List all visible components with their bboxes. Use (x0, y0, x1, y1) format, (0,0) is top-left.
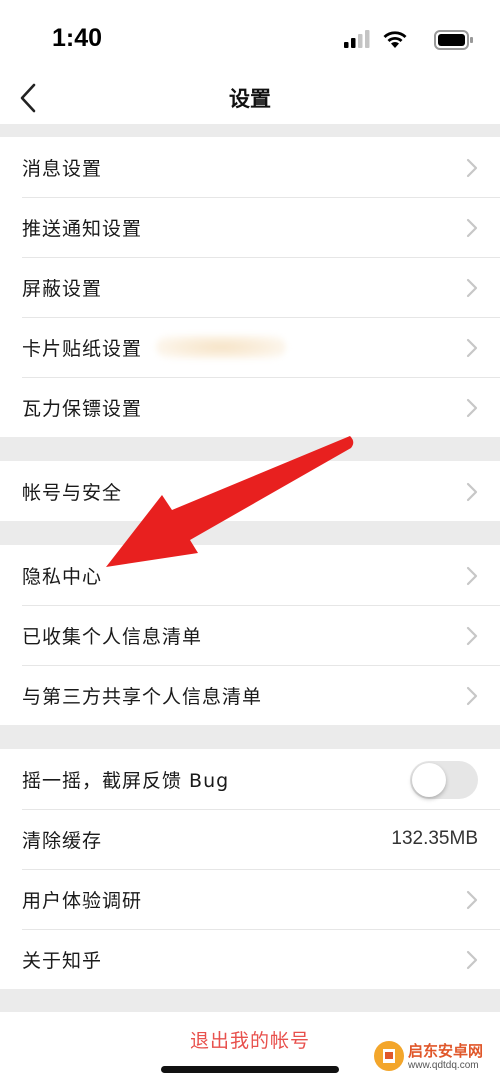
nav-bar: 设置 (0, 78, 500, 124)
settings-group-general: 消息设置 推送通知设置 屏蔽设置 卡片贴纸设置 瓦力保镖设置 (0, 137, 500, 437)
row-label: 摇一摇，截屏反馈 Bug (22, 769, 230, 792)
battery-icon (434, 30, 473, 50)
chevron-right-icon (466, 950, 478, 970)
row-label: 隐私中心 (22, 565, 103, 588)
settings-row-third-party-info[interactable]: 与第三方共享个人信息清单 (0, 665, 500, 725)
settings-row-collected-info[interactable]: 已收集个人信息清单 (0, 605, 500, 665)
settings-row-wali-guard[interactable]: 瓦力保镖设置 (0, 377, 500, 437)
settings-row-block[interactable]: 屏蔽设置 (0, 257, 500, 317)
status-bar: 1:40 (0, 0, 500, 78)
chevron-right-icon (466, 482, 478, 502)
home-indicator (161, 1066, 339, 1073)
row-label: 屏蔽设置 (22, 277, 103, 300)
row-label: 帐号与安全 (22, 481, 123, 504)
settings-row-shake-feedback: 摇一摇，截屏反馈 Bug (0, 749, 500, 809)
watermark-logo-icon (374, 1041, 404, 1071)
row-label: 关于知乎 (22, 949, 103, 972)
row-label: 清除缓存 (22, 829, 103, 852)
row-label: 与第三方共享个人信息清单 (22, 685, 263, 708)
watermark: 启东安卓网 www.qdtdq.com (370, 1030, 500, 1083)
row-label: 已收集个人信息清单 (22, 625, 203, 648)
settings-group-misc: 摇一摇，截屏反馈 Bug 清除缓存 132.35MB 用户体验调研 关于知乎 (0, 749, 500, 989)
settings-row-clear-cache[interactable]: 清除缓存 132.35MB (0, 809, 500, 869)
row-label: 瓦力保镖设置 (22, 397, 143, 420)
cellular-signal-icon (344, 30, 370, 48)
settings-row-card-sticker[interactable]: 卡片贴纸设置 (0, 317, 500, 377)
row-label: 消息设置 (22, 157, 103, 180)
status-time: 1:40 (52, 24, 103, 52)
row-label: 推送通知设置 (22, 217, 143, 240)
chevron-right-icon (466, 158, 478, 178)
chevron-right-icon (466, 338, 478, 358)
shake-feedback-toggle[interactable] (410, 761, 478, 799)
watermark-text: 启东安卓网 (408, 1042, 484, 1060)
chevron-right-icon (466, 278, 478, 298)
chevron-right-icon (466, 890, 478, 910)
toggle-knob (412, 763, 446, 797)
cache-size-value: 132.35MB (391, 828, 478, 849)
row-label: 卡片贴纸设置 (22, 337, 143, 360)
settings-row-push-notification[interactable]: 推送通知设置 (0, 197, 500, 257)
settings-row-message[interactable]: 消息设置 (0, 137, 500, 197)
chevron-right-icon (466, 626, 478, 646)
settings-group-account: 帐号与安全 (0, 461, 500, 521)
row-label: 用户体验调研 (22, 889, 143, 912)
blurred-badge (156, 335, 286, 359)
chevron-right-icon (466, 218, 478, 238)
page-title: 设置 (229, 87, 271, 111)
settings-row-user-survey[interactable]: 用户体验调研 (0, 869, 500, 929)
wifi-icon (383, 31, 407, 48)
settings-row-about[interactable]: 关于知乎 (0, 929, 500, 989)
chevron-right-icon (466, 686, 478, 706)
chevron-right-icon (466, 398, 478, 418)
watermark-url: www.qdtdq.com (408, 1060, 479, 1071)
settings-row-account-security[interactable]: 帐号与安全 (0, 461, 500, 521)
settings-group-privacy: 隐私中心 已收集个人信息清单 与第三方共享个人信息清单 (0, 545, 500, 725)
chevron-right-icon (466, 566, 478, 586)
settings-row-privacy-center[interactable]: 隐私中心 (0, 545, 500, 605)
